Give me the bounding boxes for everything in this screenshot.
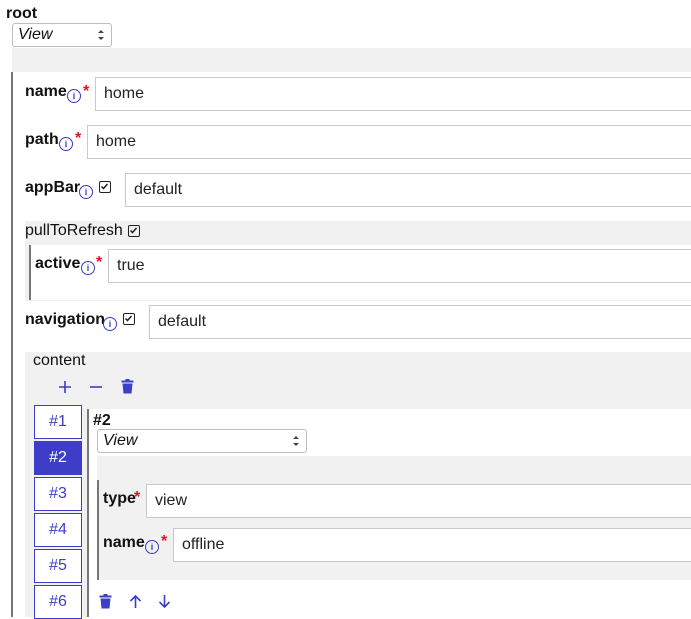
info-glyph: i [86,263,90,273]
checkmark-icon [100,183,109,190]
required-mark: * [134,489,141,506]
path-field[interactable]: home [87,125,691,159]
info-icon[interactable]: i [145,540,159,554]
info-icon[interactable]: i [67,89,81,103]
navigation-field[interactable]: default [149,305,691,339]
trash-icon[interactable] [121,379,134,394]
item-type-select[interactable]: View [97,429,307,453]
type-field[interactable]: view [146,484,691,518]
item-type-select-value: View [103,432,138,449]
root-type-select[interactable]: View [12,23,112,47]
info-icon[interactable]: i [79,185,93,199]
plus-icon[interactable] [58,380,72,394]
appbar-field[interactable]: default [125,173,691,207]
item-title: #2 [93,412,111,429]
item-name-label: name [103,534,145,551]
type-label: type [103,490,136,507]
navigation-checkbox[interactable] [123,313,135,325]
required-mark: * [83,83,90,100]
tab-5[interactable]: #5 [34,549,82,583]
info-glyph: i [108,319,112,329]
info-icon[interactable]: i [59,137,73,151]
content-label: content [33,352,86,369]
trash-icon[interactable] [99,594,112,609]
required-mark: * [75,130,82,147]
pulltorefresh-label: pullToRefresh [25,222,123,239]
required-mark: * [96,254,103,271]
arrow-down-icon[interactable] [158,594,171,609]
select-arrows-icon [98,30,104,40]
tab-3[interactable]: #3 [34,477,82,511]
tab-2[interactable]: #2 [34,441,82,475]
name-label: name [25,83,67,100]
active-label: active [35,255,81,272]
item-panel-border [97,480,99,580]
tab-6[interactable]: #6 [34,585,82,619]
root-title: root [6,5,38,22]
arrow-up-icon[interactable] [129,594,142,609]
root-type-select-value: View [18,26,53,43]
pulltorefresh-checkbox[interactable] [128,225,140,237]
active-field[interactable]: true [108,249,691,283]
info-icon[interactable]: i [103,317,117,331]
navigation-label: navigation [25,311,106,328]
checkmark-icon [129,227,138,234]
tab-4[interactable]: #4 [34,513,82,547]
required-mark: * [161,533,168,550]
info-glyph: i [64,139,68,149]
name-field[interactable]: home [95,77,691,111]
info-glyph: i [84,187,88,197]
info-icon[interactable]: i [81,261,95,275]
minus-icon[interactable] [89,380,103,394]
tab-1[interactable]: #1 [34,405,82,439]
path-label: path [25,131,59,148]
appbar-checkbox[interactable] [99,181,111,193]
info-glyph: i [72,91,76,101]
item-name-field[interactable]: offline [173,528,691,562]
info-glyph: i [150,542,154,552]
checkmark-icon [124,315,133,322]
select-arrows-icon [293,436,299,446]
appbar-label: appBar [25,179,81,196]
